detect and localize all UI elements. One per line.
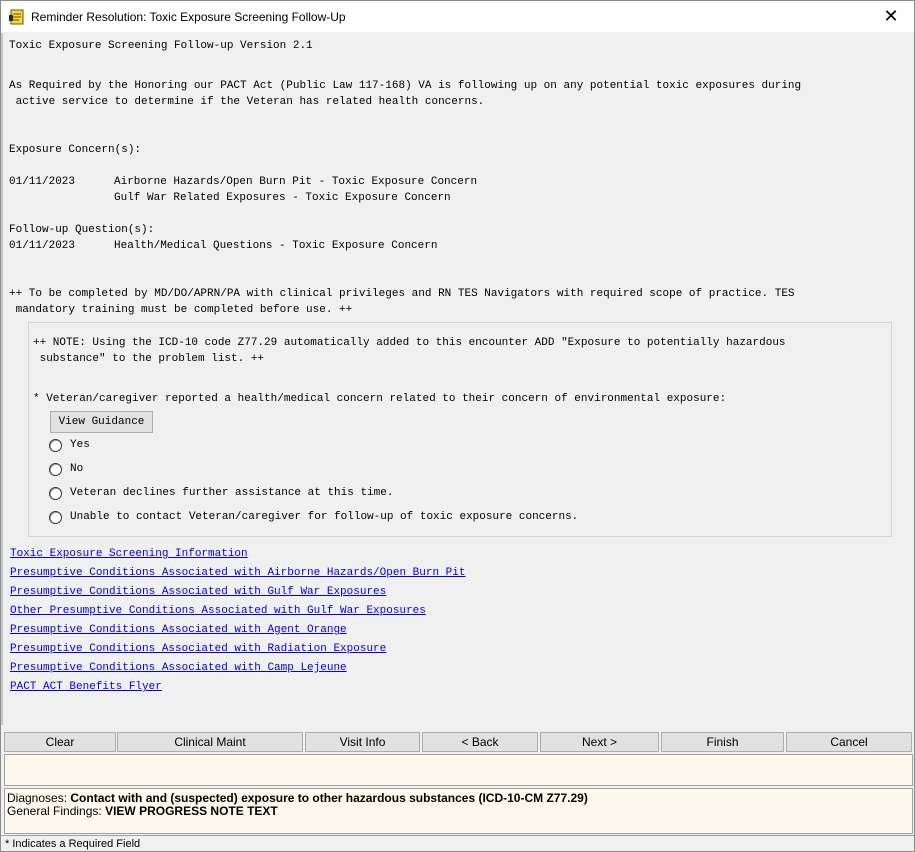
visit-info-button[interactable]: Visit Info <box>305 732 420 752</box>
close-icon: ✕ <box>883 6 899 26</box>
option-no[interactable]: No <box>49 461 83 477</box>
general-findings-label: General Findings: <box>7 804 102 818</box>
link-radiation-conditions[interactable]: Presumptive Conditions Associated with R… <box>10 641 386 657</box>
followup-heading: Follow-up Question(s): <box>9 224 155 236</box>
link-other-gulf-war-conditions[interactable]: Other Presumptive Conditions Associated … <box>10 603 426 619</box>
intro-text-line2: active service to determine if the Veter… <box>9 96 485 108</box>
link-tes-information[interactable]: Toxic Exposure Screening Information <box>10 546 248 562</box>
option-label: No <box>70 463 84 475</box>
clinical-maint-button[interactable]: Clinical Maint <box>117 732 303 752</box>
title-bar: Reminder Resolution: Toxic Exposure Scre… <box>1 1 914 32</box>
reminder-resolution-window: Reminder Resolution: Toxic Exposure Scre… <box>0 0 915 852</box>
back-button[interactable]: < Back <box>422 732 538 752</box>
cancel-button[interactable]: Cancel <box>786 732 912 752</box>
link-camp-lejeune-conditions[interactable]: Presumptive Conditions Associated with C… <box>10 660 347 676</box>
link-gulf-war-conditions[interactable]: Presumptive Conditions Associated with G… <box>10 584 386 600</box>
findings-panel: Diagnoses: Contact with and (suspected) … <box>4 788 913 834</box>
option-label: Yes <box>70 439 90 451</box>
diagnoses-value: Contact with and (suspected) exposure to… <box>70 791 588 805</box>
completion-note-line1: ++ To be completed by MD/DO/APRN/PA with… <box>9 288 795 300</box>
dialog-header: Toxic Exposure Screening Follow-up Versi… <box>9 40 313 52</box>
option-label: Veteran declines further assistance at t… <box>70 487 394 499</box>
notepad-icon <box>9 9 24 24</box>
finish-button[interactable]: Finish <box>661 732 784 752</box>
left-border <box>1 33 3 725</box>
option-unable-to-contact[interactable]: Unable to contact Veteran/caregiver for … <box>49 509 578 525</box>
radio-button[interactable] <box>49 510 62 524</box>
clear-button[interactable]: Clear <box>4 732 116 752</box>
dialog-content: Toxic Exposure Screening Follow-up Versi… <box>4 33 913 725</box>
view-guidance-button[interactable]: View Guidance <box>50 411 153 433</box>
link-burn-pit-conditions[interactable]: Presumptive Conditions Associated with A… <box>10 565 465 581</box>
radio-button[interactable] <box>49 438 62 452</box>
icd-note-line1: ++ NOTE: Using the ICD-10 code Z77.29 au… <box>33 337 786 349</box>
progress-note-panel <box>4 754 913 786</box>
concern-item-burn-pit: Airborne Hazards/Open Burn Pit - Toxic E… <box>114 176 478 188</box>
icd-note-line2: substance" to the problem list. ++ <box>33 353 265 365</box>
button-bar: Clear Clinical Maint Visit Info < Back N… <box>4 732 913 754</box>
concern-item-gulf-war: Gulf War Related Exposures - Toxic Expos… <box>114 192 451 204</box>
exposure-concerns-heading: Exposure Concern(s): <box>9 144 142 156</box>
diagnoses-label: Diagnoses: <box>7 791 68 805</box>
followup-item: Health/Medical Questions - Toxic Exposur… <box>114 240 438 252</box>
concern-question: * Veteran/caregiver reported a health/me… <box>33 393 727 405</box>
option-declines[interactable]: Veteran declines further assistance at t… <box>49 485 393 501</box>
window-title: Reminder Resolution: Toxic Exposure Scre… <box>31 9 346 24</box>
followup-date: 01/11/2023 <box>9 240 76 252</box>
status-bar: * Indicates a Required Field <box>1 835 914 851</box>
general-findings-value: VIEW PROGRESS NOTE TEXT <box>105 804 278 818</box>
completion-note-line2: mandatory training must be completed bef… <box>9 304 353 316</box>
radio-button[interactable] <box>49 462 62 476</box>
close-button[interactable]: ✕ <box>868 1 914 32</box>
radio-button[interactable] <box>49 486 62 500</box>
general-findings-row: General Findings: VIEW PROGRESS NOTE TEX… <box>7 805 910 818</box>
option-yes[interactable]: Yes <box>49 437 90 453</box>
link-pact-act-flyer[interactable]: PACT ACT Benefits Flyer <box>10 679 162 695</box>
concern-date: 01/11/2023 <box>9 176 76 188</box>
option-label: Unable to contact Veteran/caregiver for … <box>70 511 579 523</box>
link-agent-orange-conditions[interactable]: Presumptive Conditions Associated with A… <box>10 622 347 638</box>
next-button[interactable]: Next > <box>540 732 659 752</box>
intro-text-line1: As Required by the Honoring our PACT Act… <box>9 80 802 92</box>
